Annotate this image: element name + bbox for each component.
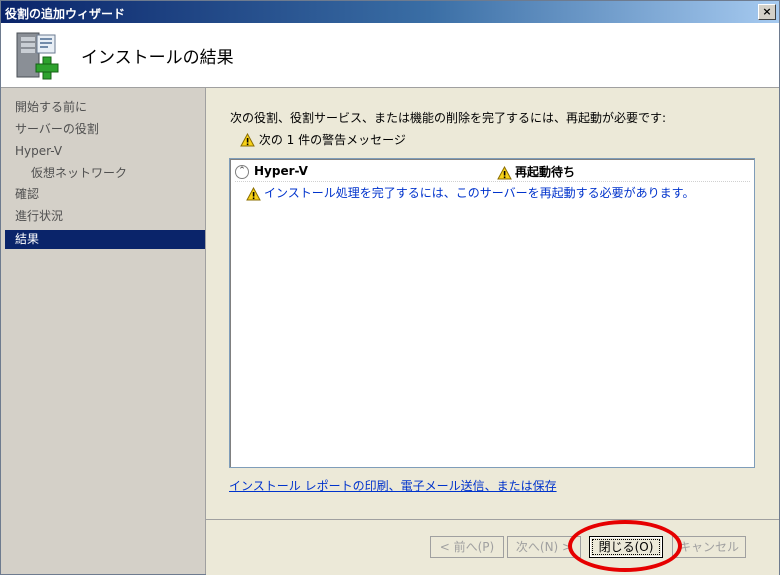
server-add-icon: [16, 32, 59, 80]
warning-icon: [240, 132, 255, 146]
warning-icon: [497, 165, 512, 179]
close-button-label: 閉じる(O): [592, 539, 660, 555]
sidebar-item-virtual-networks[interactable]: 仮想ネットワーク: [5, 164, 205, 183]
sidebar-item-hyper-v[interactable]: Hyper-V: [5, 142, 205, 161]
close-button[interactable]: 閉じる(O): [589, 536, 663, 558]
sidebar-item-confirmation[interactable]: 確認: [5, 185, 205, 204]
result-row[interactable]: ⌃ Hyper-V 再起動待ち: [235, 163, 750, 182]
warning-icon: [246, 186, 261, 200]
wizard-steps-sidebar: 開始する前に サーバーの役割 Hyper-V 仮想ネットワーク 確認 進行状況 …: [1, 88, 206, 574]
window-title: 役割の追加ウィザード: [5, 7, 126, 21]
result-detail: インストール処理を完了するには、このサーバーを再起動する必要があります。: [246, 184, 694, 201]
cancel-button[interactable]: キャンセル: [672, 536, 746, 558]
wizard-window: 役割の追加ウィザード × インストールの結果 開始する前に サーバーの役割 Hy…: [0, 0, 780, 575]
page-title: インストールの結果: [81, 48, 234, 68]
result-status: 再起動待ち: [497, 163, 575, 180]
sidebar-item-server-roles[interactable]: サーバーの役割: [5, 120, 205, 139]
button-bar: < 前へ(P) 次へ(N) > 閉じる(O) キャンセル: [206, 519, 779, 575]
warning-summary-text: 次の 1 件の警告メッセージ: [258, 133, 406, 147]
restart-required-message: 次の役割、役割サービス、または機能の削除を完了するには、再起動が必要です:: [230, 111, 667, 125]
close-window-button[interactable]: ×: [758, 4, 776, 20]
sidebar-item-progress[interactable]: 進行状況: [5, 207, 205, 226]
print-email-save-report-link[interactable]: インストール レポートの印刷、電子メール送信、または保存: [229, 477, 557, 494]
results-list[interactable]: ⌃ Hyper-V 再起動待ち インストール処理を完了するには、このサーバーを再…: [229, 158, 755, 468]
page-header: インストールの結果: [1, 23, 779, 88]
sidebar-item-results[interactable]: 結果: [5, 230, 205, 249]
collapse-icon[interactable]: ⌃: [235, 165, 249, 179]
main-content: 次の役割、役割サービス、または機能の削除を完了するには、再起動が必要です: 次の…: [206, 88, 779, 518]
title-bar[interactable]: 役割の追加ウィザード ×: [1, 1, 779, 23]
role-name: Hyper-V: [254, 164, 308, 178]
warning-summary: 次の 1 件の警告メッセージ: [240, 131, 406, 148]
next-button[interactable]: 次へ(N) >: [507, 536, 581, 558]
prev-button[interactable]: < 前へ(P): [430, 536, 504, 558]
result-status-text: 再起動待ち: [515, 165, 576, 179]
sidebar-item-before-you-begin[interactable]: 開始する前に: [5, 98, 205, 117]
result-detail-text: インストール処理を完了するには、このサーバーを再起動する必要があります。: [264, 186, 695, 200]
